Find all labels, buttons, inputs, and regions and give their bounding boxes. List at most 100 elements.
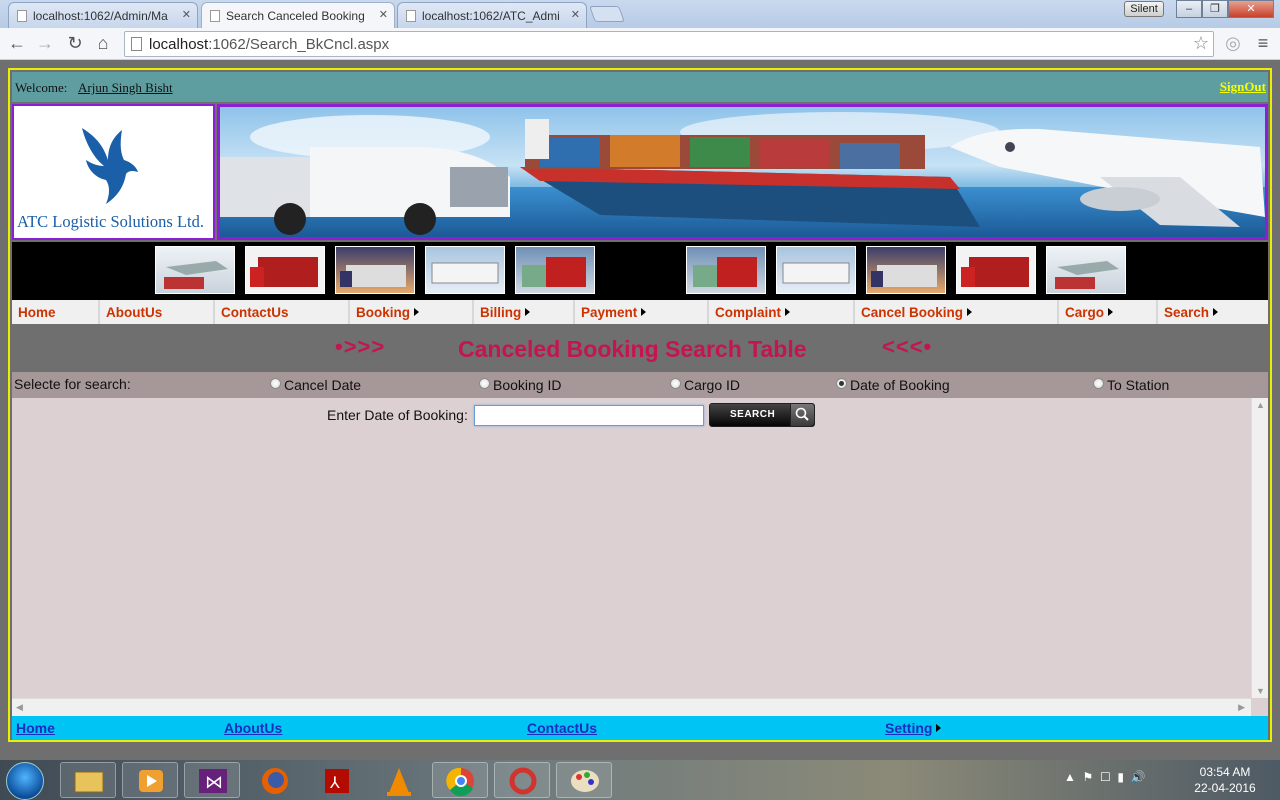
welcome-bar: Welcome: Arjun Singh Bisht SignOut — [12, 72, 1268, 102]
radio-button[interactable] — [270, 378, 281, 389]
tab-title: localhost:1062/ATC_Admi — [422, 9, 560, 23]
vehicle-thumbnail-strip — [12, 242, 1268, 300]
chrome-icon[interactable] — [432, 762, 488, 798]
vlc-icon[interactable] — [370, 762, 426, 798]
thumbnail-image — [335, 246, 415, 294]
menu-item-cancel-booking[interactable]: Cancel Booking — [853, 300, 1057, 324]
transport-banner — [217, 104, 1268, 240]
profile-badge[interactable]: Silent — [1124, 1, 1164, 17]
radio-label: To Station — [1107, 377, 1170, 393]
scroll-left-icon[interactable]: ◀ — [16, 702, 23, 713]
eagle-logo-icon — [82, 128, 138, 204]
extension-icon[interactable]: ◎ — [1222, 32, 1244, 54]
clock-time: 03:54 AM — [1199, 765, 1251, 779]
search-button[interactable]: SEARCH — [709, 403, 815, 427]
radio-button-selected[interactable] — [836, 378, 847, 389]
menu-icon[interactable]: ≡ — [1252, 32, 1274, 54]
url-host: localhost — [149, 36, 209, 53]
footer-link-aboutus[interactable]: AboutUs — [224, 720, 282, 736]
close-tab-icon[interactable]: ✕ — [182, 8, 191, 21]
browser-tab-active[interactable]: Search Canceled Booking ✕ — [201, 2, 395, 28]
page-viewport: Welcome: Arjun Singh Bisht SignOut ATC L… — [0, 60, 1280, 744]
radio-to-station[interactable]: To Station — [1093, 377, 1169, 393]
menu-label: Booking — [356, 305, 410, 320]
taskbar-clock[interactable]: 03:54 AM 22-04-2016 — [1192, 764, 1258, 796]
close-tab-icon[interactable]: ✕ — [379, 8, 388, 21]
menu-item-home[interactable]: Home — [12, 300, 98, 324]
page-icon — [131, 37, 142, 51]
media-player-icon[interactable] — [122, 762, 178, 798]
footer-link-home[interactable]: Home — [16, 720, 55, 736]
menu-item-contactus[interactable]: ContactUs — [213, 300, 348, 324]
forward-icon[interactable]: → — [34, 32, 56, 54]
menu-item-aboutus[interactable]: AboutUs — [98, 300, 213, 324]
radio-cancel-date[interactable]: Cancel Date — [270, 377, 361, 393]
scroll-right-icon[interactable]: ▶ — [1238, 702, 1245, 713]
menu-item-complaint[interactable]: Complaint — [707, 300, 853, 324]
radio-button[interactable] — [1093, 378, 1104, 389]
vertical-scrollbar[interactable]: ▲ ▼ — [1251, 398, 1268, 698]
welcome-label: Welcome: — [15, 80, 68, 95]
title-decoration-right: <<<• — [882, 334, 933, 359]
radio-booking-id[interactable]: Booking ID — [479, 377, 561, 393]
file-explorer-icon[interactable] — [60, 762, 116, 798]
submenu-arrow-icon — [785, 308, 790, 316]
company-logo[interactable]: ATC Logistic Solutions Ltd. — [12, 104, 215, 240]
reload-icon[interactable]: ↻ — [64, 32, 86, 54]
address-bar[interactable]: localhost:1062/Search_BkCncl.aspx ☆ — [124, 31, 1214, 57]
user-name-link[interactable]: Arjun Singh Bisht — [78, 80, 173, 96]
menu-label: Billing — [480, 305, 522, 320]
paint-icon[interactable] — [556, 762, 612, 798]
menu-item-payment[interactable]: Payment — [573, 300, 707, 324]
firefox-icon[interactable] — [246, 762, 302, 798]
submenu-arrow-icon — [1213, 308, 1219, 316]
page-icon — [406, 10, 416, 22]
taskbar: ⋈ ⅄ ▲ ⚑ ☐ ▮ 🔊 03:54 AM 22-04-2016 — [0, 760, 1280, 800]
menu-label: Cancel Booking — [861, 305, 964, 320]
footer-link-setting[interactable]: Setting — [885, 720, 942, 736]
visual-studio-icon[interactable]: ⋈ — [184, 762, 240, 798]
system-tray[interactable]: ▲ ⚑ ☐ ▮ 🔊 — [1064, 770, 1146, 784]
footer-link-contactus[interactable]: ContactUs — [527, 720, 597, 736]
thumbnail-image — [425, 246, 505, 294]
start-button[interactable] — [6, 762, 44, 800]
scroll-down-icon[interactable]: ▼ — [1256, 686, 1265, 696]
ccleaner-icon[interactable] — [494, 762, 550, 798]
home-icon[interactable]: ⌂ — [92, 32, 114, 54]
bookmark-star-icon[interactable]: ☆ — [1193, 33, 1209, 54]
acrobat-icon[interactable]: ⅄ — [308, 762, 364, 798]
company-name: ATC Logistic Solutions Ltd. — [17, 212, 205, 231]
footer-link-label: Setting — [885, 720, 933, 736]
close-window-button[interactable]: ✕ — [1228, 0, 1274, 18]
radio-button[interactable] — [670, 378, 681, 389]
back-icon[interactable]: ← — [6, 32, 28, 54]
thumbnail-image — [155, 246, 235, 294]
page-title-bar: •>>> Canceled Booking Search Table <<<• — [12, 325, 1268, 371]
menu-item-cargo[interactable]: Cargo — [1057, 300, 1156, 324]
menu-item-billing[interactable]: Billing — [472, 300, 573, 324]
page-title: Canceled Booking Search Table — [458, 336, 807, 362]
menu-item-search[interactable]: Search — [1156, 300, 1268, 324]
title-decoration-left: •>>> — [335, 334, 386, 359]
browser-tab[interactable]: localhost:1062/Admin/Ma ✕ — [8, 2, 198, 28]
browser-toolbar: ← → ↻ ⌂ localhost:1062/Search_BkCncl.asp… — [0, 28, 1280, 60]
tab-title: localhost:1062/Admin/Ma — [33, 9, 168, 23]
browser-tab[interactable]: localhost:1062/ATC_Admi ✕ — [397, 2, 587, 28]
minimize-button[interactable]: – — [1176, 0, 1202, 18]
horizontal-scrollbar[interactable]: ◀ ▶ — [12, 698, 1251, 716]
radio-cargo-id[interactable]: Cargo ID — [670, 377, 740, 393]
scroll-up-icon[interactable]: ▲ — [1256, 400, 1265, 410]
signout-link[interactable]: SignOut — [1220, 79, 1266, 95]
search-criteria-bar: Selecte for search: Cancel Date Booking … — [12, 372, 1268, 398]
footer-nav: Home AboutUs ContactUs Setting — [12, 716, 1268, 740]
close-tab-icon[interactable]: ✕ — [571, 8, 580, 21]
radio-label: Cargo ID — [684, 377, 741, 393]
radio-button[interactable] — [479, 378, 490, 389]
menu-item-booking[interactable]: Booking — [348, 300, 472, 324]
date-of-booking-input[interactable] — [474, 405, 704, 426]
maximize-button[interactable]: ❐ — [1202, 0, 1228, 18]
radio-date-of-booking[interactable]: Date of Booking — [836, 377, 950, 393]
submenu-arrow-icon — [936, 724, 942, 732]
thumbnail-image — [866, 246, 946, 294]
new-tab-button[interactable] — [589, 6, 625, 22]
